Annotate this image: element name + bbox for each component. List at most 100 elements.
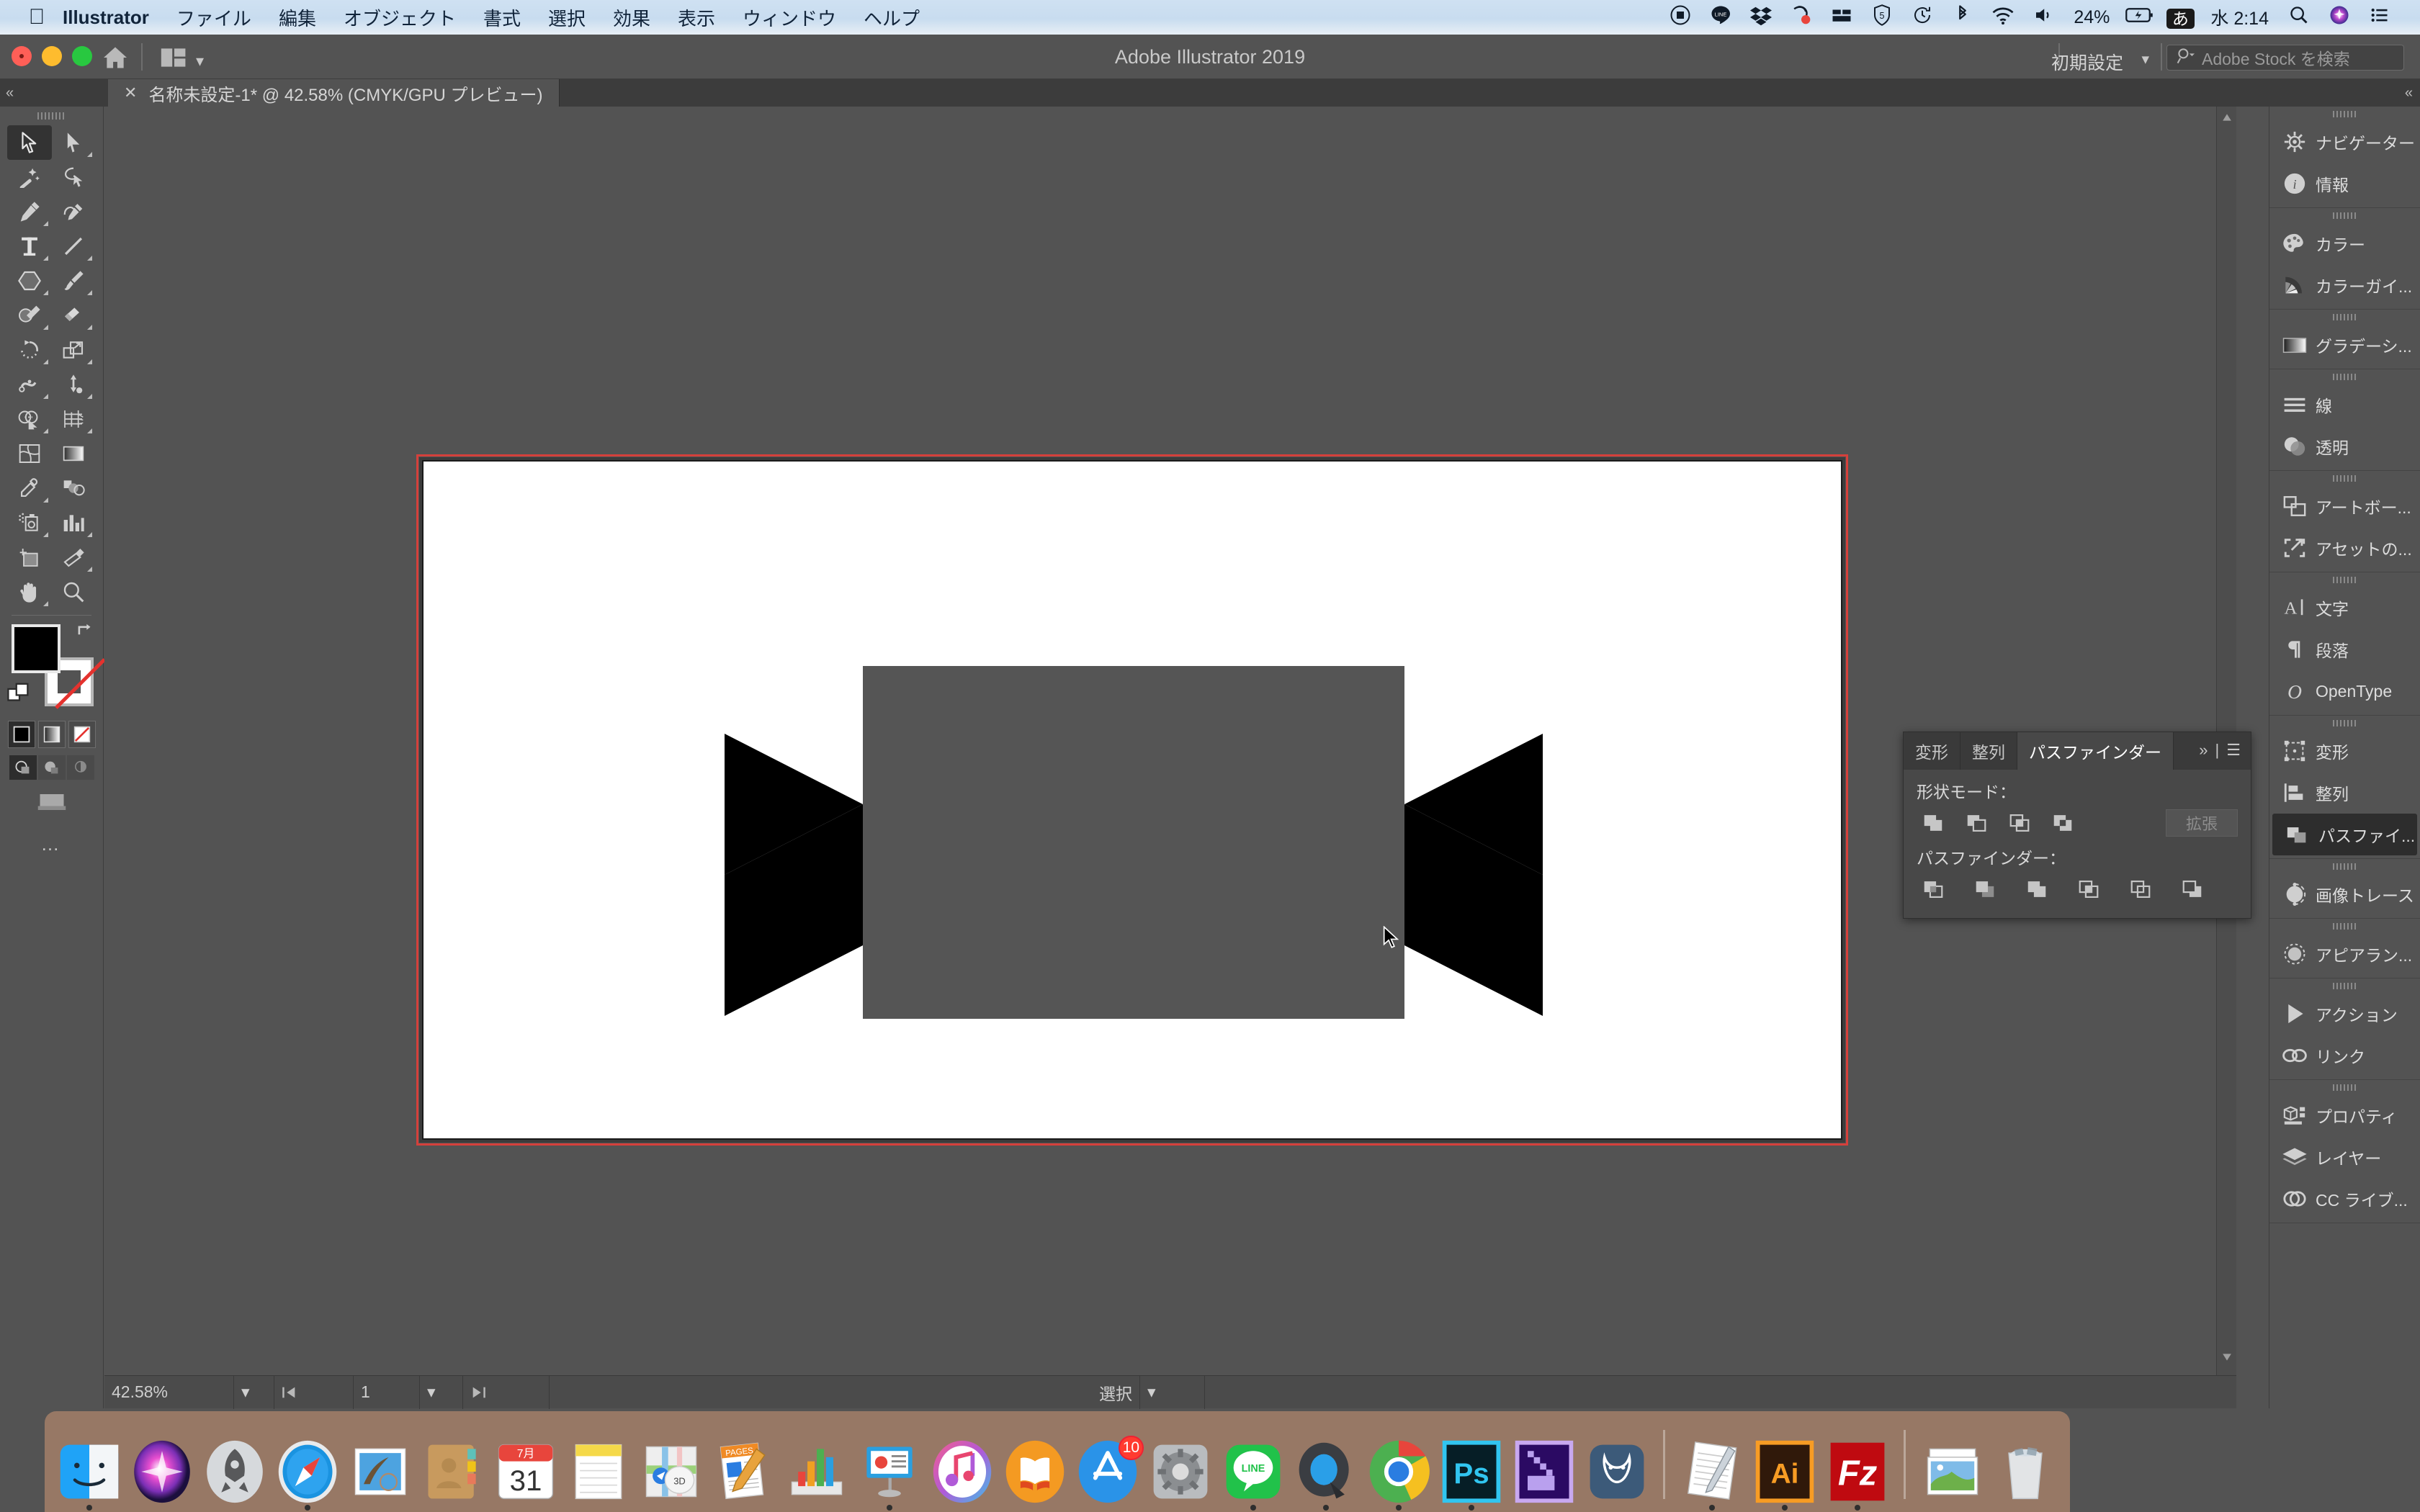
dock-app-siri[interactable] bbox=[128, 1426, 197, 1505]
eraser-tool[interactable] bbox=[52, 298, 97, 333]
status-chevron-icon[interactable]: ▾ bbox=[1140, 1375, 1205, 1409]
symbol-sprayer-tool[interactable] bbox=[7, 505, 52, 540]
direct-selection-tool[interactable] bbox=[52, 125, 97, 160]
pen-tool[interactable] bbox=[7, 194, 52, 229]
dock-app-maps[interactable]: 3D bbox=[637, 1426, 706, 1505]
unite-icon[interactable] bbox=[1917, 809, 1950, 837]
dock-item-links[interactable]: リンク bbox=[2269, 1035, 2420, 1076]
shaper-tool[interactable] bbox=[7, 298, 52, 333]
close-document-icon[interactable]: ✕ bbox=[124, 84, 137, 102]
dock-app-finder[interactable] bbox=[55, 1426, 124, 1511]
cleaner-icon[interactable] bbox=[1781, 4, 1821, 31]
dock-app-app-store[interactable]: 10 bbox=[1074, 1426, 1144, 1505]
dock-grip[interactable] bbox=[2269, 978, 2420, 993]
control-center-icon[interactable] bbox=[2360, 5, 2400, 30]
dock-app-launchpad[interactable] bbox=[201, 1426, 269, 1505]
dock-grip[interactable] bbox=[2269, 208, 2420, 222]
menu-item-select[interactable]: 選択 bbox=[534, 4, 599, 31]
collapse-panel-icon[interactable]: « bbox=[6, 85, 14, 102]
line-segment-tool[interactable] bbox=[52, 229, 97, 264]
dock-app-books[interactable] bbox=[1001, 1426, 1070, 1505]
exclude-icon[interactable] bbox=[2046, 809, 2079, 837]
page-number[interactable]: 1 bbox=[354, 1375, 420, 1409]
dock-grip[interactable] bbox=[2269, 471, 2420, 485]
ime-indicator[interactable]: あ bbox=[2160, 5, 2200, 30]
dock-trash[interactable] bbox=[1991, 1426, 2059, 1505]
dock-item-info[interactable]: i 情報 bbox=[2269, 163, 2420, 204]
volume-icon[interactable] bbox=[2023, 4, 2063, 31]
menu-item-help[interactable]: ヘルプ bbox=[850, 4, 933, 31]
dock-app-system-preferences[interactable] bbox=[1147, 1426, 1215, 1505]
wifi-icon[interactable] bbox=[1983, 4, 2023, 31]
dock-app-calendar[interactable]: 7月 31 bbox=[492, 1426, 560, 1505]
dock-app-contacts[interactable] bbox=[419, 1426, 488, 1505]
adobe-stock-search[interactable]: Adobe Stock を検索 bbox=[2166, 45, 2404, 71]
storage-icon[interactable] bbox=[1821, 4, 1862, 31]
shield5-icon[interactable]: 5 bbox=[1862, 4, 1902, 31]
outline-icon[interactable] bbox=[2124, 875, 2157, 904]
more-tools-button[interactable]: … bbox=[0, 833, 103, 855]
battery-icon[interactable] bbox=[2120, 5, 2160, 30]
document-tab[interactable]: ✕ 名称未設定-1* @ 42.58% (CMYK/GPU プレビュー) bbox=[108, 79, 560, 107]
dock-grip[interactable] bbox=[2269, 859, 2420, 873]
workspace-name[interactable]: 初期設定 bbox=[2051, 49, 2123, 75]
dock-grip[interactable] bbox=[2269, 107, 2420, 121]
menu-item-file[interactable]: ファイル bbox=[163, 4, 265, 31]
dock-item-layers[interactable]: レイヤー bbox=[2269, 1136, 2420, 1178]
scroll-up-icon[interactable] bbox=[2222, 112, 2232, 125]
dock-item-image-trace[interactable]: 画像トレース bbox=[2269, 873, 2420, 915]
dock-item-transform[interactable]: 変形 bbox=[2269, 730, 2420, 772]
tab-transform[interactable]: 変形 bbox=[1904, 732, 1960, 770]
dock-app-pages[interactable]: PAGES bbox=[710, 1426, 779, 1505]
dock-app-line[interactable]: LINE bbox=[1219, 1426, 1288, 1511]
draw-inside-button[interactable] bbox=[66, 755, 94, 780]
zoom-level[interactable]: 42.58% bbox=[104, 1375, 234, 1409]
dock-app-illustrator[interactable]: Ai bbox=[1750, 1426, 1819, 1511]
workspace-chevron-down-icon[interactable]: ▾ bbox=[2141, 50, 2149, 68]
trim-icon[interactable] bbox=[1968, 875, 2002, 904]
merge-icon[interactable] bbox=[2020, 875, 2053, 904]
gradient-mode-button[interactable] bbox=[37, 721, 66, 748]
dock-grip[interactable] bbox=[2269, 310, 2420, 324]
timemachine-icon[interactable] bbox=[1902, 4, 1942, 31]
perspective-grid-tool[interactable] bbox=[52, 402, 97, 436]
column-graph-tool[interactable] bbox=[52, 505, 97, 540]
scale-tool[interactable] bbox=[52, 333, 97, 367]
free-transform-tool[interactable] bbox=[52, 367, 97, 402]
hand-tool[interactable] bbox=[7, 575, 52, 609]
dropbox-icon[interactable] bbox=[1741, 4, 1781, 31]
spotlight-icon[interactable] bbox=[2279, 5, 2319, 30]
dock-app-itunes[interactable] bbox=[928, 1426, 997, 1505]
magic-wand-tool[interactable] bbox=[7, 160, 52, 194]
shape-tool[interactable] bbox=[7, 264, 52, 298]
dock-app-keynote[interactable] bbox=[856, 1426, 924, 1511]
dock-item-align[interactable]: 整列 bbox=[2269, 772, 2420, 814]
dock-grip[interactable] bbox=[2269, 572, 2420, 587]
dock-item-properties[interactable]: プロパティ bbox=[2269, 1094, 2420, 1136]
page-nav-first[interactable] bbox=[274, 1375, 354, 1409]
dock-app-notes[interactable] bbox=[565, 1426, 633, 1505]
dock-app-handbrake[interactable] bbox=[1582, 1426, 1651, 1505]
dock-item-paragraph[interactable]: 段落 bbox=[2269, 629, 2420, 670]
dock-app-adobe-xd[interactable] bbox=[1510, 1426, 1578, 1505]
dock-item-actions[interactable]: アクション bbox=[2269, 993, 2420, 1035]
menu-item-illustrator[interactable]: Illustrator bbox=[49, 6, 163, 29]
shape-builder-tool[interactable] bbox=[7, 402, 52, 436]
page-chevron-icon[interactable]: ▾ bbox=[420, 1375, 463, 1409]
toolbar-grip[interactable] bbox=[0, 107, 103, 125]
rotate-tool[interactable] bbox=[7, 333, 52, 367]
dock-app-photoshop[interactable]: Ps bbox=[1437, 1426, 1505, 1511]
status-tool-label[interactable]: 選択 bbox=[550, 1375, 1140, 1409]
divide-icon[interactable] bbox=[1917, 875, 1950, 904]
draw-normal-button[interactable] bbox=[9, 755, 37, 780]
menu-item-type[interactable]: 書式 bbox=[470, 4, 534, 31]
panel-menu-icon[interactable]: ☰ bbox=[2226, 741, 2241, 760]
clock[interactable]: 水 2:14 bbox=[2200, 4, 2279, 30]
dock-app-mail[interactable] bbox=[346, 1426, 415, 1505]
width-tool[interactable] bbox=[7, 367, 52, 402]
dock-app-quicktime[interactable] bbox=[1291, 1426, 1360, 1511]
tab-align[interactable]: 整列 bbox=[1960, 732, 2017, 770]
dock-item-color[interactable]: カラー bbox=[2269, 222, 2420, 264]
dock-item-color-guide[interactable]: カラーガイ... bbox=[2269, 264, 2420, 306]
bluetooth-icon[interactable] bbox=[1942, 4, 1983, 31]
